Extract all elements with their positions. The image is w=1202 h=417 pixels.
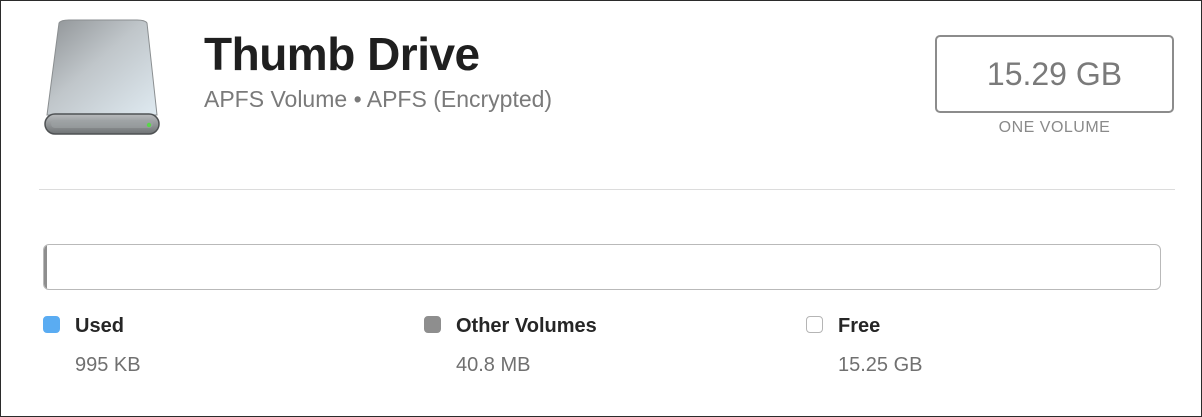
divider bbox=[39, 189, 1175, 190]
free-label: Free bbox=[838, 315, 881, 337]
other-volumes-value: 40.8 MB bbox=[456, 354, 531, 376]
used-swatch bbox=[43, 316, 60, 333]
other-volumes-swatch bbox=[424, 316, 441, 333]
external-drive-icon bbox=[39, 19, 165, 139]
free-value: 15.25 GB bbox=[838, 354, 923, 376]
storage-usage-bar bbox=[43, 244, 1161, 290]
capacity-caption: ONE VOLUME bbox=[998, 119, 1111, 136]
usage-segment-other bbox=[44, 245, 48, 289]
used-label: Used bbox=[75, 315, 124, 337]
capacity-box: 15.29 GB bbox=[935, 35, 1174, 113]
other-volumes-label: Other Volumes bbox=[456, 315, 597, 337]
capacity-value: 15.29 GB bbox=[986, 55, 1123, 92]
drive-subtitle: APFS Volume • APFS (Encrypted) bbox=[204, 86, 553, 112]
free-swatch bbox=[806, 316, 823, 333]
used-value: 995 KB bbox=[75, 354, 141, 376]
drive-name: Thumb Drive bbox=[204, 28, 480, 80]
volume-info-panel: Thumb Drive APFS Volume • APFS (Encrypte… bbox=[0, 0, 1202, 417]
